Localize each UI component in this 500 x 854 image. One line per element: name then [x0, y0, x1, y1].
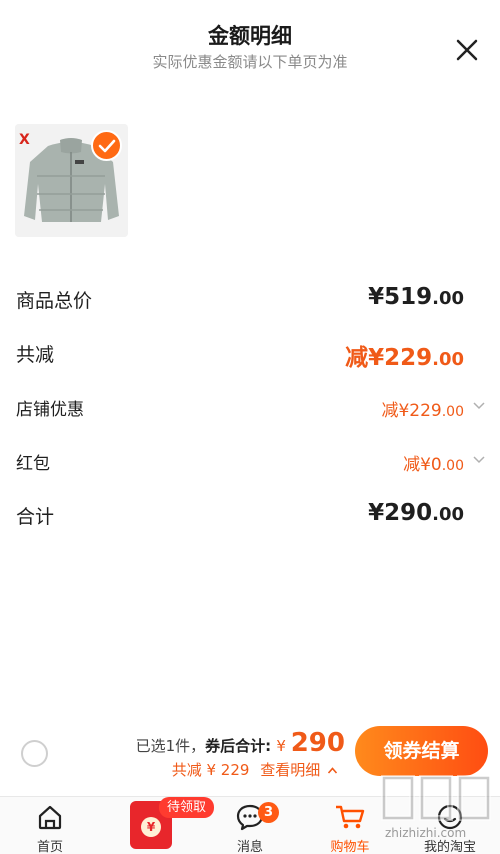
row-label: 商品总价: [16, 290, 93, 312]
tab-label: 首页: [36, 840, 63, 854]
page-subtitle: 实际优惠金额请以下单页为准: [152, 53, 348, 71]
row-grand-total: 合计 ¥290.00: [0, 500, 500, 534]
value-prefix: 减: [403, 455, 421, 475]
value-decimal: .00: [441, 404, 464, 420]
brand-logo: X: [19, 132, 30, 148]
value-integer: ¥229: [368, 345, 433, 371]
value-integer: ¥0: [420, 455, 442, 475]
value-integer: ¥290: [368, 500, 433, 526]
tab-home[interactable]: 首页: [0, 797, 100, 854]
chevron-down-icon[interactable]: [472, 453, 486, 467]
close-icon[interactable]: [454, 37, 480, 63]
home-icon: [38, 805, 62, 830]
tab-label: 消息: [236, 840, 263, 854]
selected-count-text: 已选1件，: [135, 737, 206, 755]
row-total-price: 商品总价 ¥519.00: [0, 284, 500, 318]
watermark-text: zhizhizhi.com: [385, 826, 467, 840]
detail-header: 金额明细 实际优惠金额请以下单页为准: [0, 0, 500, 90]
message-badge: 3: [258, 802, 279, 823]
row-label: 店铺优惠: [16, 400, 84, 420]
selected-check[interactable]: [91, 130, 122, 161]
value-decimal: .00: [441, 458, 464, 474]
cart-icon: [336, 805, 365, 829]
yuan-coin-icon: ¥: [141, 817, 161, 837]
value-prefix: 减: [345, 345, 369, 371]
row-shop-discount[interactable]: 店铺优惠 减¥229.00: [0, 393, 500, 421]
tab-messages[interactable]: 3 消息: [200, 797, 300, 854]
row-label: 共减: [16, 344, 55, 366]
row-label: 红包: [16, 454, 50, 474]
row-red-packet[interactable]: 红包 减¥0.00: [0, 447, 500, 475]
selected-summary: 已选1件，券后合计: ¥ 290: [136, 728, 345, 758]
row-total-reduction: 共减 减¥229.00: [0, 338, 500, 372]
row-value: 减¥229.00: [345, 338, 464, 372]
value-decimal: .00: [432, 288, 464, 309]
check-icon: [98, 139, 116, 153]
row-value: 减¥229.00: [381, 396, 464, 421]
chevron-up-icon: [327, 767, 338, 774]
value-decimal: .00: [432, 504, 464, 525]
after-coupon-total: 290: [290, 728, 345, 758]
checkout-button[interactable]: 领券结算: [355, 726, 488, 776]
currency-symbol: ¥: [276, 737, 291, 755]
page-title: 金额明细: [208, 24, 292, 48]
row-label: 合计: [16, 506, 55, 528]
view-detail-text: 查看明细: [260, 761, 321, 779]
value-integer: ¥519: [368, 284, 433, 310]
value-prefix: 减: [381, 401, 399, 421]
row-value: ¥290.00: [368, 500, 464, 526]
reduction-detail-link[interactable]: 共减 ¥ 229 查看明细: [172, 759, 338, 780]
row-value: 减¥0.00: [403, 450, 464, 475]
chevron-down-icon[interactable]: [472, 399, 486, 413]
row-value: ¥519.00: [368, 284, 464, 310]
value-integer: ¥229: [398, 401, 442, 421]
after-coupon-label: 券后合计:: [205, 737, 277, 755]
watermark-logo: [381, 775, 491, 821]
select-all-radio[interactable]: [21, 740, 48, 767]
reduce-amount-text: 共减 ¥ 229: [171, 761, 250, 779]
value-decimal: .00: [432, 349, 464, 370]
